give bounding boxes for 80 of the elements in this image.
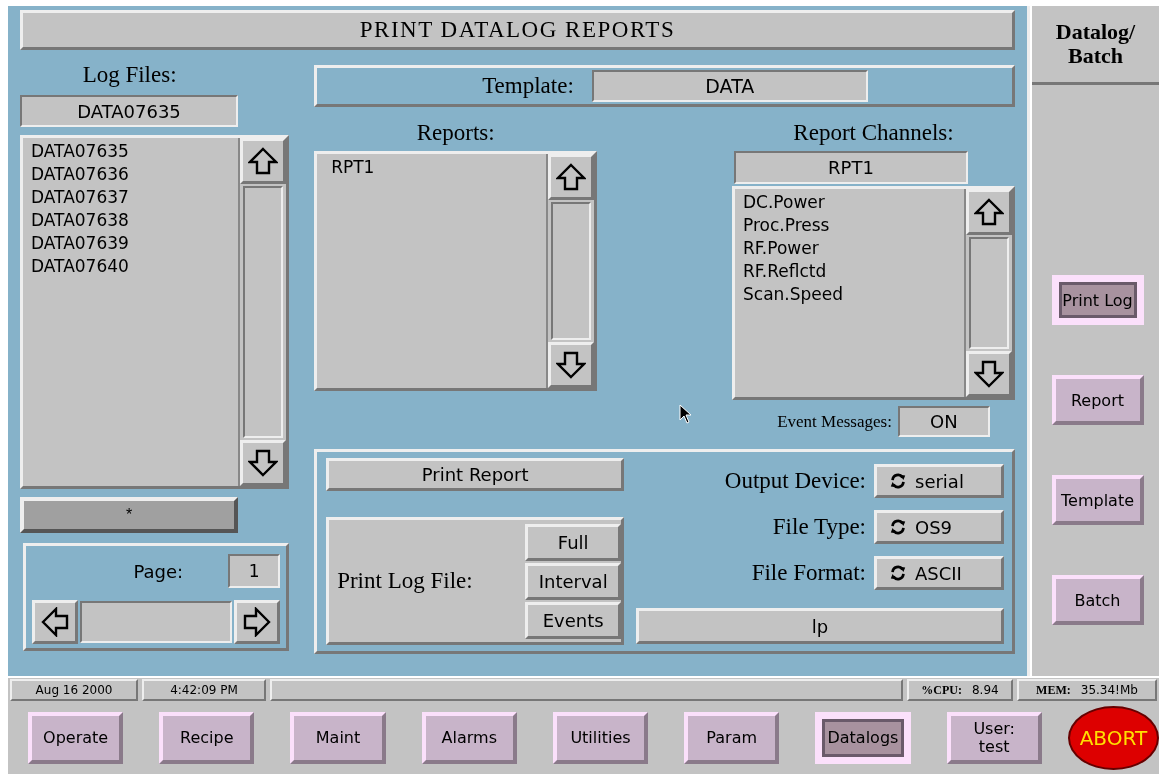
- print-option-button[interactable]: Events: [525, 601, 622, 639]
- mem-label: MEM:: [1036, 682, 1071, 698]
- log-file-item[interactable]: DATA07638: [31, 209, 231, 232]
- sidebar-button[interactable]: Print Log: [1051, 275, 1144, 325]
- template-field[interactable]: DATA: [591, 70, 868, 102]
- up-arrow-icon: [556, 162, 587, 192]
- cycle-icon: [889, 564, 907, 582]
- nav-button[interactable]: Alarms: [421, 712, 517, 764]
- log-file-item[interactable]: DATA07639: [31, 232, 231, 255]
- reports-label: Reports:: [416, 119, 495, 147]
- cycle-button[interactable]: OS9: [874, 510, 1004, 544]
- event-messages-field[interactable]: ON: [897, 406, 990, 437]
- log-file-item[interactable]: DATA07640: [31, 255, 231, 278]
- print-log-file-label: Print Log File:: [337, 568, 473, 594]
- cycle-button[interactable]: serial: [874, 464, 1004, 498]
- down-arrow-icon: [974, 359, 1004, 389]
- scrollbar-track[interactable]: [551, 202, 592, 340]
- setting-label: File Format:: [751, 560, 866, 586]
- print-option-button[interactable]: Full: [525, 523, 622, 561]
- channel-item[interactable]: DC.Power: [743, 191, 956, 214]
- channel-item[interactable]: RF.Reflctd: [743, 260, 956, 283]
- cycle-icon: [889, 472, 907, 490]
- scroll-up-button[interactable]: [240, 138, 287, 184]
- report-field[interactable]: RPT1: [734, 151, 968, 184]
- nav-button[interactable]: Recipe: [159, 712, 255, 764]
- template-label: Template:: [482, 73, 574, 99]
- mem-value: 35.34!Mb: [1080, 683, 1138, 697]
- log-file-item[interactable]: DATA07636: [31, 163, 231, 186]
- filter-button[interactable]: *: [20, 497, 238, 533]
- page-field[interactable]: 1: [228, 554, 281, 588]
- page-label: Page:: [133, 560, 184, 582]
- scrollbar-track[interactable]: [243, 186, 284, 438]
- print-option-button[interactable]: Interval: [525, 562, 622, 600]
- sidebar-button[interactable]: Batch: [1051, 575, 1144, 625]
- abort-button[interactable]: ABORT: [1067, 706, 1159, 770]
- scrollbar-track[interactable]: [969, 237, 1009, 349]
- scroll-down-button[interactable]: [548, 342, 595, 388]
- nav-button[interactable]: Datalogs: [815, 712, 911, 764]
- left-arrow-icon: [40, 607, 70, 637]
- log-file-item[interactable]: DATA07635: [31, 140, 231, 163]
- report-channels-label: Report Channels:: [793, 119, 954, 147]
- scroll-left-button[interactable]: [32, 600, 78, 644]
- mouse-pointer-icon: [679, 404, 693, 426]
- time-text: 4:42:09 PM: [142, 679, 266, 701]
- event-messages-label: Event Messages:: [777, 411, 892, 432]
- nav-button[interactable]: Param: [684, 712, 780, 764]
- nav-button[interactable]: Maint: [290, 712, 386, 764]
- scroll-down-button[interactable]: [966, 351, 1012, 397]
- cycle-button[interactable]: ASCII: [874, 556, 1004, 590]
- down-arrow-icon: [248, 448, 279, 478]
- log-file-item[interactable]: DATA07637: [31, 186, 231, 209]
- cpu-label: %CPU:: [921, 682, 962, 698]
- nav-button[interactable]: Operate: [28, 712, 124, 764]
- nav-button[interactable]: Utilities: [552, 712, 649, 764]
- channel-item[interactable]: Scan.Speed: [743, 283, 956, 306]
- log-files-label: Log Files:: [82, 61, 177, 89]
- up-arrow-icon: [248, 146, 279, 176]
- cycle-icon: [889, 518, 907, 536]
- scroll-right-button[interactable]: [234, 600, 281, 644]
- scroll-up-button[interactable]: [966, 189, 1012, 235]
- setting-label: File Type:: [772, 514, 866, 540]
- nav-button[interactable]: User: test: [946, 712, 1042, 764]
- sidebar-button[interactable]: Report: [1051, 375, 1144, 425]
- printer-button[interactable]: lp: [636, 608, 1004, 644]
- cpu-value: 8.94: [971, 683, 999, 697]
- sidebar-title: Datalog/ Batch: [1032, 6, 1159, 85]
- sidebar-button[interactable]: Template: [1051, 475, 1144, 525]
- down-arrow-icon: [556, 350, 587, 380]
- channel-item[interactable]: Proc.Press: [743, 214, 956, 237]
- up-arrow-icon: [974, 197, 1004, 227]
- scroll-up-button[interactable]: [548, 154, 595, 200]
- channel-item[interactable]: RF.Power: [743, 237, 956, 260]
- date-text: Aug 16 2000: [10, 679, 138, 701]
- right-arrow-icon: [242, 607, 273, 637]
- screen-title: PRINT DATALOG REPORTS: [20, 10, 1015, 50]
- report-item[interactable]: RPT1: [331, 156, 539, 179]
- setting-label: Output Device:: [724, 468, 866, 494]
- print-report-button[interactable]: Print Report: [326, 458, 625, 491]
- log-file-field[interactable]: DATA07635: [20, 95, 238, 127]
- scroll-down-button[interactable]: [240, 440, 287, 486]
